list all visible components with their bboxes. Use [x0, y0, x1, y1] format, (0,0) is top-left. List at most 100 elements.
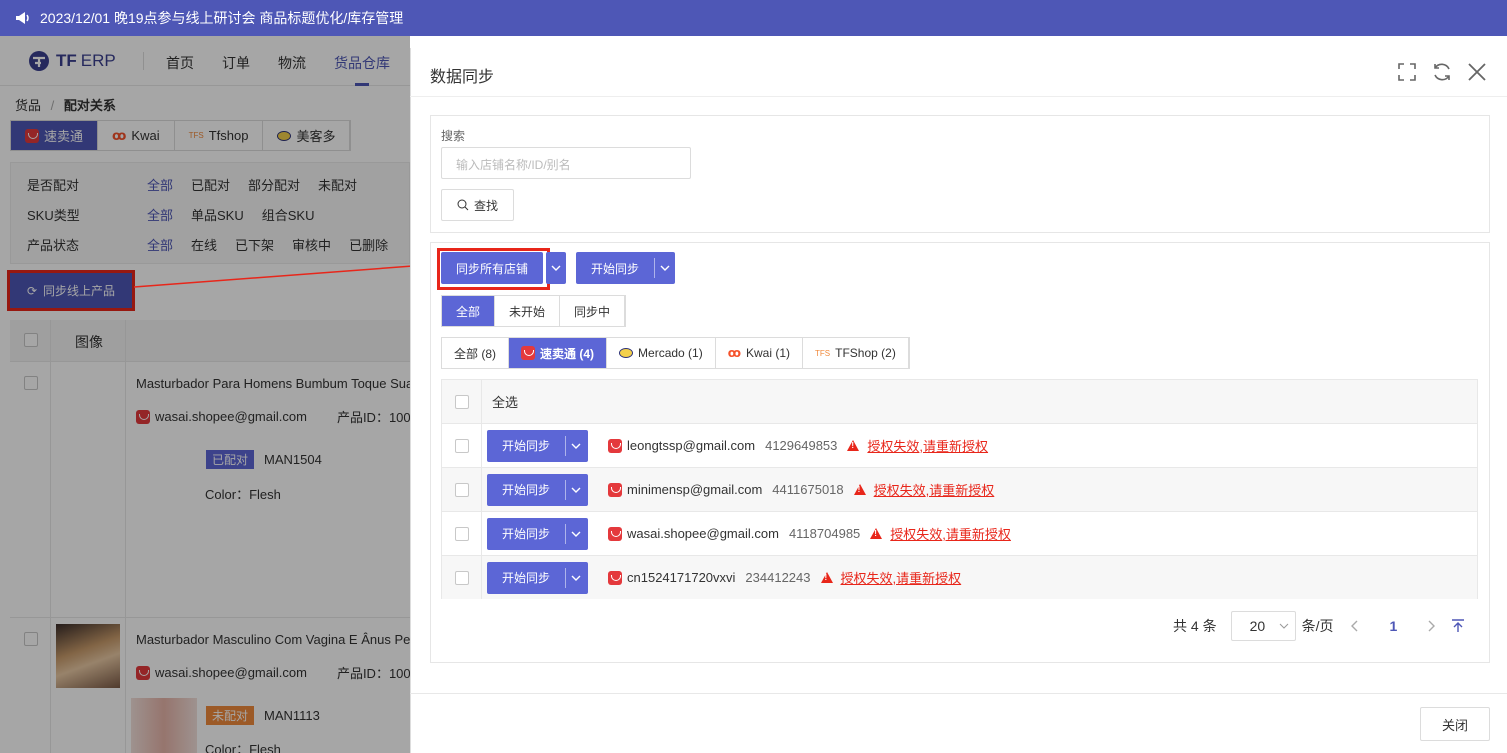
chevron-down-icon	[1279, 623, 1289, 629]
aliexpress-icon	[608, 570, 622, 585]
tab-label: Mercado (1)	[638, 346, 703, 360]
tfshop-icon: TFS	[815, 348, 831, 358]
search-label: 搜索	[441, 129, 466, 143]
back-to-top-icon[interactable]	[1451, 619, 1465, 633]
store-account: leongtssp@gmail.com 4129649853	[608, 438, 837, 453]
warning-icon	[870, 528, 883, 539]
row-start-sync-button[interactable]: 开始同步	[487, 429, 588, 462]
megaphone-icon	[16, 12, 29, 24]
announcement-banner[interactable]: 2023/12/01 晚19点参与线上研讨会 商品标题优化/库存管理	[0, 0, 1507, 36]
warning-icon	[853, 484, 866, 495]
checkbox-cell	[442, 556, 482, 599]
modal-footer-divider	[410, 693, 1507, 694]
kwai-icon: ꝏ	[727, 346, 741, 360]
status-tab-all[interactable]: 全部	[442, 296, 496, 326]
select-all-checkbox[interactable]	[454, 394, 469, 409]
reauth-link[interactable]: 授权失效	[841, 568, 893, 587]
refresh-icon[interactable]	[1431, 61, 1453, 83]
modal-title: 数据同步	[430, 69, 495, 86]
reauth-link[interactable]: 授权失效	[867, 436, 919, 455]
tab-label: 速卖通 (4)	[540, 346, 595, 361]
row-start-sync-label: 开始同步	[502, 527, 551, 541]
platform-tab-aliexpress[interactable]: 速卖通 (4)	[509, 338, 608, 368]
start-sync-label: 开始同步	[591, 261, 640, 276]
chevron-left-icon[interactable]	[1351, 620, 1359, 632]
total-count: 共 4 条	[1173, 618, 1217, 634]
warning-icon	[820, 572, 833, 583]
chevron-down-icon	[571, 531, 581, 537]
start-sync-dropdown[interactable]	[654, 258, 675, 278]
chevron-down-icon	[571, 487, 581, 493]
store-id: 4118704985	[788, 526, 861, 541]
store-email: cn1524171720vxvi	[627, 570, 736, 585]
row-start-sync-button[interactable]: 开始同步	[487, 561, 588, 594]
select-all-label: 全选	[492, 395, 519, 410]
store-account: wasai.shopee@gmail.com 4118704985	[608, 526, 860, 541]
chevron-right-icon[interactable]	[1427, 620, 1436, 632]
store-id: 234412243	[745, 570, 811, 585]
aliexpress-icon	[608, 526, 622, 541]
aliexpress-icon	[608, 438, 622, 453]
search-input[interactable]: 输入店铺名称/ID/别名	[441, 147, 691, 179]
reauth-link-2[interactable]: ,请重新授权	[893, 568, 962, 587]
checkbox-cell	[442, 512, 482, 555]
reauth-link[interactable]: 授权失效	[874, 480, 926, 499]
tab-label: TFShop (2)	[835, 346, 896, 360]
chevron-down-icon	[551, 265, 561, 271]
row-checkbox[interactable]	[454, 438, 469, 453]
platform-tab-kwai[interactable]: ꝏ Kwai (1)	[716, 338, 804, 368]
row-checkbox[interactable]	[454, 526, 469, 541]
store-row: 开始同步 cn1524171720vxvi 234412243 授权失效,请重新授…	[442, 555, 1477, 599]
reauth-link-2[interactable]: ,请重新授权	[942, 524, 1011, 543]
store-table-header: 全选	[442, 380, 1477, 423]
reauth-link[interactable]: 授权失效	[890, 524, 942, 543]
aliexpress-icon	[521, 346, 536, 360]
sync-all-stores-button[interactable]: 同步所有店铺	[441, 252, 544, 284]
modal-backdrop[interactable]	[0, 36, 410, 753]
banner-text: 2023/12/01 晚19点参与线上研讨会 商品标题优化/库存管理	[40, 10, 404, 26]
tab-label: Kwai (1)	[746, 346, 791, 360]
close-icon[interactable]	[1467, 62, 1487, 82]
row-start-sync-button[interactable]: 开始同步	[487, 473, 588, 506]
find-button[interactable]: 查找	[441, 189, 514, 221]
sync-all-label: 同步所有店铺	[456, 261, 529, 276]
row-start-sync-label: 开始同步	[502, 571, 551, 585]
auth-warning: 授权失效,请重新授权	[847, 436, 988, 455]
platform-tab-tfshop[interactable]: TFS TFShop (2)	[803, 338, 909, 368]
close-button[interactable]: 关闭	[1420, 707, 1490, 741]
store-row: 开始同步 leongtssp@gmail.com 4129649853 授权失效,…	[442, 423, 1477, 467]
row-start-sync-label: 开始同步	[502, 439, 551, 453]
row-checkbox[interactable]	[454, 482, 469, 497]
sync-all-dropdown[interactable]	[546, 252, 566, 284]
row-sync-dropdown[interactable]	[565, 523, 586, 544]
row-sync-dropdown[interactable]	[565, 479, 586, 500]
row-checkbox[interactable]	[454, 570, 469, 585]
platform-tab-mercado[interactable]: Mercado (1)	[607, 338, 716, 368]
start-sync-button[interactable]: 开始同步	[576, 252, 676, 284]
platform-tab-all[interactable]: 全部 (8)	[442, 338, 510, 368]
chevron-down-icon	[660, 265, 670, 271]
store-email: wasai.shopee@gmail.com	[627, 526, 779, 541]
reauth-link-2[interactable]: ,请重新授权	[926, 480, 995, 499]
tab-label: 全部 (8)	[454, 346, 497, 361]
status-tab-not-started[interactable]: 未开始	[495, 296, 561, 326]
per-page-label: 条/页	[1301, 618, 1334, 634]
aliexpress-icon	[608, 482, 622, 497]
row-start-sync-label: 开始同步	[502, 483, 551, 497]
row-sync-dropdown[interactable]	[565, 567, 586, 588]
store-email: leongtssp@gmail.com	[627, 438, 756, 453]
reauth-link-2[interactable]: ,请重新授权	[919, 436, 988, 455]
store-table: 全选 开始同步 leongtssp@gmail.com 4129649853 授权…	[441, 379, 1478, 599]
status-tab-syncing[interactable]: 同步中	[560, 296, 626, 326]
checkbox-cell	[442, 424, 482, 467]
current-page[interactable]: 1	[1389, 618, 1397, 634]
fullscreen-icon[interactable]	[1397, 62, 1417, 82]
auth-warning: 授权失效,请重新授权	[853, 480, 995, 499]
auth-warning: 授权失效,请重新授权	[870, 524, 1011, 543]
page-size-select[interactable]: 20	[1230, 611, 1296, 641]
row-start-sync-button[interactable]: 开始同步	[487, 517, 588, 550]
store-row: 开始同步 minimensp@gmail.com 4411675018 授权失效,…	[442, 467, 1477, 511]
store-row: 开始同步 wasai.shopee@gmail.com 4118704985 授权…	[442, 511, 1477, 555]
row-sync-dropdown[interactable]	[565, 435, 586, 456]
modal-header-divider	[410, 96, 1507, 97]
